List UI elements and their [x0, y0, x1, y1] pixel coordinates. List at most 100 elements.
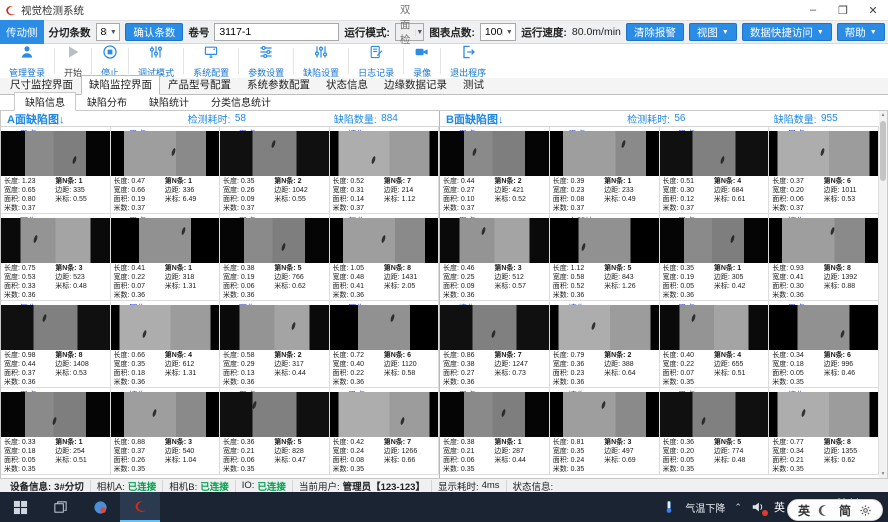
- defect-cell[interactable]: 878 黑点 |20:14:32长度: 0.38宽度: 0.19面积: 0.06…: [220, 214, 330, 301]
- subtab-0[interactable]: 缺陷信息: [14, 92, 76, 111]
- defect-mark: [371, 156, 376, 165]
- defect-cell[interactable]: 947 擦伤 |20:14:28长度: 0.86宽度: 0.38面积: 0.27…: [440, 301, 550, 388]
- defect-cell[interactable]: 869 黑点 |20:14:28长度: 0.42宽度: 0.24面积: 0.08…: [330, 388, 440, 475]
- defect-cell[interactable]: 941 黑点 |20:14:26长度: 0.36宽度: 0.20面积: 0.05…: [660, 388, 770, 475]
- help-label: 帮助: [845, 25, 866, 40]
- speed-value: 80.0m/min: [572, 26, 621, 38]
- title-bar: 视觉检测系统 – ❐ ✕: [0, 0, 888, 20]
- action-play-button[interactable]: 开始: [55, 44, 91, 78]
- defect-cell[interactable]: 872 黑点 |20:14:30长度: 0.33宽度: 0.18面积: 0.05…: [1, 388, 111, 475]
- task-view-button[interactable]: [40, 492, 80, 522]
- defect-meta: 长度: 0.40宽度: 0.22面积: 0.07米数: 0.35第N条: 4边距…: [660, 350, 769, 387]
- ime-english-toggle[interactable]: 英: [798, 502, 810, 519]
- confirm-count-button[interactable]: 确认条数: [125, 23, 183, 41]
- defect-cell[interactable]: 954 黑点 |20:14:37长度: 0.39宽度: 0.23面积: 0.08…: [550, 127, 660, 214]
- defect-cell[interactable]: 945 黑点 |20:14:27长度: 0.40宽度: 0.22面积: 0.07…: [660, 301, 770, 388]
- defect-mark: [581, 243, 586, 252]
- defect-cell[interactable]: 873 压伤 |20:14:30长度: 0.72宽度: 0.40面积: 0.22…: [330, 301, 440, 388]
- defect-cell[interactable]: 951 黑点 |20:14:36长度: 0.46宽度: 0.25面积: 0.09…: [440, 214, 550, 301]
- coil-input[interactable]: [214, 23, 339, 41]
- defect-cell[interactable]: 950 小凹坑 |20:14:32长度: 1.12宽度: 0.58面积: 0.5…: [550, 214, 660, 301]
- defect-cell[interactable]: 949 黑点 |20:14:30长度: 0.35宽度: 0.19面积: 0.05…: [660, 214, 770, 301]
- tab-4[interactable]: 状态信息: [318, 75, 376, 95]
- defect-cell[interactable]: 874 压伤 |20:14:31长度: 0.58宽度: 0.29面积: 0.13…: [220, 301, 330, 388]
- defect-meta: 长度: 0.58宽度: 0.29面积: 0.13米数: 0.36第N条: 2边距…: [220, 350, 329, 387]
- defect-image: [111, 305, 220, 350]
- defect-cell[interactable]: 955 黑点 |20:14:39长度: 0.44宽度: 0.27面积: 0.10…: [440, 127, 550, 214]
- maximize-button[interactable]: ❐: [828, 0, 858, 20]
- defect-cell[interactable]: 943 黑点 |20:14:26长度: 0.38宽度: 0.21面积: 0.06…: [440, 388, 550, 475]
- close-button[interactable]: ✕: [858, 0, 888, 20]
- defect-cell[interactable]: 870 黑点 |20:14:28长度: 0.36宽度: 0.21面积: 0.06…: [220, 388, 330, 475]
- defect-cell[interactable]: 948 擦伤 |20:14:28长度: 0.93宽度: 0.41面积: 0.30…: [769, 214, 879, 301]
- action-sliders-h-button[interactable]: 参数设置: [239, 44, 293, 78]
- subtab-3[interactable]: 分类信息统计: [200, 92, 282, 111]
- defect-cell[interactable]: 879 黑点 |20:14:33长度: 0.41宽度: 0.22面积: 0.07…: [111, 214, 221, 301]
- defect-meta: 长度: 0.79宽度: 0.36面积: 0.23米数: 0.36第N条: 2边距…: [550, 350, 659, 387]
- tab-5[interactable]: 边缘数据记录: [376, 75, 455, 95]
- defect-meta: 长度: 0.51宽度: 0.30面积: 0.12米数: 0.37第N条: 4边距…: [660, 176, 769, 213]
- help-menu-button[interactable]: 帮助 ▼: [837, 23, 885, 41]
- defect-panels: A面缺陷图↓ 检测耗时: 58 缺陷数量: 884 884 黑点 |20:14:…: [0, 111, 888, 478]
- minimize-button[interactable]: –: [798, 0, 828, 20]
- defect-cell[interactable]: 944 黑点 |20:14:27长度: 0.34宽度: 0.18面积: 0.05…: [769, 301, 879, 388]
- defect-cell[interactable]: 880 压伤 |20:14:35长度: 0.75宽度: 0.53面积: 0.33…: [1, 214, 111, 301]
- defect-cell[interactable]: 883 黑点 |20:14:37长度: 0.47宽度: 0.66面积: 0.19…: [111, 127, 221, 214]
- start-button[interactable]: [0, 492, 40, 522]
- defect-cell[interactable]: 946 擦伤 |20:14:28长度: 0.79宽度: 0.36面积: 0.23…: [550, 301, 660, 388]
- defect-cell[interactable]: 942 擦伤 |20:14:26长度: 0.81宽度: 0.35面积: 0.24…: [550, 388, 660, 475]
- defect-mark: [481, 227, 486, 236]
- tray-expand-chevron-icon[interactable]: ⌃: [734, 502, 742, 513]
- ime-simplified-toggle[interactable]: 简: [839, 502, 851, 519]
- defect-mark: [390, 314, 395, 323]
- vertical-scrollbar[interactable]: ▲ ▼: [879, 111, 887, 478]
- defect-cell[interactable]: 875 压伤 |20:14:31长度: 0.66宽度: 0.35面积: 0.18…: [111, 301, 221, 388]
- defect-cell[interactable]: 884 黑点 |20:14:37长度: 1.23宽度: 0.65面积: 0.80…: [1, 127, 111, 214]
- defect-cell[interactable]: 882 黑点 |20:14:35长度: 0.35宽度: 0.26面积: 0.09…: [220, 127, 330, 214]
- action-stop-button[interactable]: 停止: [92, 44, 128, 78]
- data-access-menu-button[interactable]: 数据快捷访问 ▼: [742, 23, 832, 41]
- device-info-label: 设备信息:: [10, 479, 51, 493]
- ime-settings-gear-icon[interactable]: [859, 504, 872, 517]
- defect-cell[interactable]: 871 擦伤 |20:14:30长度: 0.88宽度: 0.37面积: 0.26…: [111, 388, 221, 475]
- language-indicator[interactable]: 英: [774, 499, 785, 515]
- display-elapsed-label: 显示耗时:: [438, 479, 479, 493]
- scroll-up-icon[interactable]: ▲: [881, 111, 886, 119]
- windows-logo-icon: [13, 500, 28, 515]
- defect-meta: 长度: 0.52宽度: 0.31面积: 0.14米数: 0.37第N条: 7边距…: [330, 176, 439, 213]
- action-tune-button[interactable]: 调试模式: [129, 44, 183, 78]
- chart-points-select[interactable]: 100 ▼: [480, 23, 517, 41]
- ime-halfwidth-moon-icon[interactable]: [818, 504, 831, 517]
- defect-cell[interactable]: 876 氧化 |20:14:31长度: 0.98宽度: 0.44面积: 0.37…: [1, 301, 111, 388]
- action-camera-button[interactable]: 录像: [404, 44, 440, 78]
- scroll-down-icon[interactable]: ▼: [881, 470, 886, 478]
- subtab-2[interactable]: 缺陷统计: [138, 92, 200, 111]
- action-log-button[interactable]: 日志记录: [349, 44, 403, 78]
- slit-count-select[interactable]: 8 ▼: [96, 23, 121, 41]
- clear-alarm-button[interactable]: 清除报警: [626, 23, 684, 41]
- slit-count-label: 分切条数: [49, 25, 91, 40]
- thermometer-icon[interactable]: [662, 500, 676, 514]
- view-menu-button[interactable]: 视图 ▼: [689, 23, 737, 41]
- pinned-app-button[interactable]: [80, 492, 120, 522]
- action-exit-button[interactable]: 退出程序: [441, 44, 495, 78]
- defect-cell[interactable]: 953 黑点 |20:14:37长度: 0.51宽度: 0.30面积: 0.12…: [660, 127, 770, 214]
- coil-label: 卷号: [188, 25, 209, 40]
- defect-cell[interactable]: 881 擦伤 |20:14:35长度: 0.52宽度: 0.31面积: 0.14…: [330, 127, 440, 214]
- defect-cell[interactable]: 952 黑点 |20:14:36长度: 0.37宽度: 0.20面积: 0.06…: [769, 127, 879, 214]
- inspection-app-button[interactable]: [120, 492, 160, 522]
- defect-cell[interactable]: 877 氧化 |20:14:31长度: 1.05宽度: 0.48面积: 0.41…: [330, 214, 440, 301]
- subtab-1[interactable]: 缺陷分布: [76, 92, 138, 111]
- defect-cell[interactable]: 940 擦伤 |20:14:26长度: 0.77宽度: 0.34面积: 0.21…: [769, 388, 879, 475]
- action-user-button[interactable]: 管理登录: [0, 44, 54, 78]
- panel-b-count-value: 955: [821, 113, 838, 124]
- action-monitor-button[interactable]: 系统配置: [184, 44, 238, 78]
- scrollbar-thumb[interactable]: [880, 121, 886, 181]
- pinned-app-icon: [93, 500, 108, 515]
- action-sliders-v-button[interactable]: 缺陷设置: [294, 44, 348, 78]
- drive-side-button[interactable]: 传动侧: [0, 20, 44, 44]
- run-mode-select[interactable]: 双面检测 ▼: [395, 23, 425, 41]
- weather-widget-text[interactable]: 气温下降: [685, 500, 725, 515]
- volume-button[interactable]: [751, 500, 765, 514]
- tab-6[interactable]: 测试: [455, 75, 492, 95]
